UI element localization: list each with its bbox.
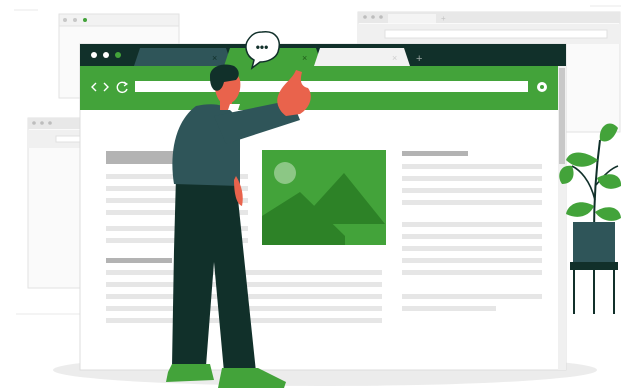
text-line — [402, 294, 542, 299]
tab-close-icon[interactable]: × — [212, 53, 217, 63]
text-line — [402, 270, 542, 275]
browser-illustration: + × × × + ••• — [14, 5, 621, 388]
text-line — [402, 222, 542, 227]
background-window-left — [27, 117, 85, 289]
text-line — [402, 200, 542, 205]
text-line — [402, 246, 542, 251]
left-heading-block — [106, 151, 174, 164]
plant-pot — [573, 222, 615, 264]
text-line — [402, 306, 496, 311]
text-line — [402, 164, 542, 169]
right-heading-line — [402, 151, 468, 156]
text-line — [402, 234, 542, 239]
image-icon[interactable] — [262, 150, 386, 245]
bg-new-tab-symbol: + — [441, 14, 446, 23]
text-line — [402, 176, 542, 181]
tab-inactive-1[interactable] — [134, 48, 232, 66]
main-browser-window: × × × + — [79, 43, 567, 371]
window-minimize-dot[interactable] — [103, 52, 109, 58]
speech-bubble-dots: ••• — [256, 40, 269, 54]
new-tab-button[interactable]: + — [416, 53, 422, 65]
plant — [559, 123, 621, 314]
tab-close-icon[interactable]: × — [302, 53, 307, 63]
address-bar[interactable] — [135, 81, 528, 92]
text-line — [402, 188, 542, 193]
subheading-line — [106, 258, 172, 263]
window-maximize-dot[interactable] — [115, 52, 121, 58]
text-line — [402, 258, 542, 263]
scrollbar-thumb[interactable] — [559, 68, 565, 164]
tab-close-icon[interactable]: × — [392, 53, 397, 63]
window-close-dot[interactable] — [91, 52, 97, 58]
person-shoe — [166, 364, 214, 382]
